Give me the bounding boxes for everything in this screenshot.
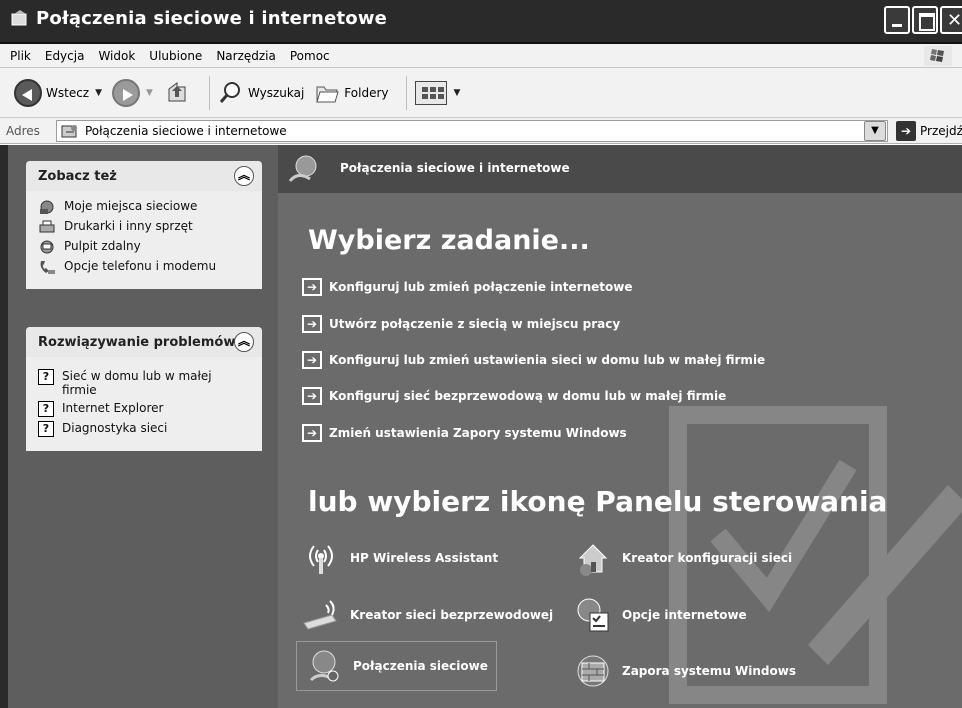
category-view: Połączenia sieciowe i internetowe Wybier…: [278, 145, 962, 708]
network-folder-icon: [11, 10, 27, 26]
cp-network-connections[interactable]: Połączenia sieciowe: [296, 641, 497, 691]
menu-help[interactable]: Pomoc: [290, 49, 330, 63]
arrow-right-icon: ➔: [302, 387, 322, 405]
task-wireless-network[interactable]: ➔ Konfiguruj sieć bezprzewodową w domu l…: [302, 387, 726, 405]
remote-desktop-icon: [40, 240, 54, 254]
troubleshoot-panel: Rozwiązywanie problemów ︽ ? Sieć w domu …: [26, 327, 262, 451]
help-icon: ?: [38, 421, 54, 437]
troubleshoot-header[interactable]: Rozwiązywanie problemów ︽: [26, 327, 262, 357]
link-remote-desktop[interactable]: Pulpit zdalny: [38, 239, 254, 255]
network-places-icon: [40, 200, 54, 214]
link-network-diagnostics[interactable]: ? Diagnostyka sieci: [38, 421, 254, 437]
link-home-network-help[interactable]: ? Sieć w domu lub w małej firmie: [38, 369, 254, 397]
cp-internet-options[interactable]: Opcje internetowe: [574, 597, 747, 633]
menu-file[interactable]: Plik: [10, 49, 31, 63]
cp-windows-firewall[interactable]: Zapora systemu Windows: [574, 653, 796, 689]
arrow-right-icon: ➔: [302, 278, 322, 296]
help-icon: ?: [38, 401, 54, 417]
link-phone-modem[interactable]: Opcje telefonu i modemu: [38, 259, 254, 275]
network-folder-icon: [61, 125, 77, 138]
address-value: Połączenia sieciowe i internetowe: [85, 124, 287, 138]
link-printers[interactable]: Drukarki i inny sprzęt: [38, 219, 254, 235]
views-button[interactable]: ▼: [415, 80, 460, 105]
address-label: Adres: [6, 123, 40, 138]
window-left-edge: [0, 145, 8, 708]
back-button[interactable]: Wstecz ▼: [14, 78, 102, 107]
category-header: Połączenia sieciowe i internetowe: [278, 145, 962, 193]
wireless-usb-icon: [303, 600, 337, 630]
task-home-network[interactable]: ➔ Konfiguruj lub zmień ustawienia sieci …: [302, 351, 765, 369]
go-arrow-icon: ➔: [896, 121, 916, 141]
wireless-antenna-icon: [309, 545, 333, 574]
home-network-icon: [578, 544, 608, 576]
forward-button[interactable]: ▼: [112, 78, 153, 107]
firewall-icon: [577, 655, 609, 687]
network-connections-icon: [309, 650, 339, 682]
see-also-header[interactable]: Zobacz też ︽: [26, 161, 262, 191]
menu-bar: Plik Edycja Widok Ulubione Narzędzia Pom…: [0, 44, 962, 68]
network-globe-icon: [288, 155, 317, 183]
up-folder-button[interactable]: [163, 79, 191, 107]
search-icon: [219, 81, 240, 103]
views-icon: [415, 80, 448, 105]
collapse-icon[interactable]: ︽: [234, 166, 254, 186]
address-input[interactable]: Połączenia sieciowe i internetowe: [56, 120, 888, 142]
close-button[interactable]: [940, 6, 962, 34]
folders-button[interactable]: Foldery: [314, 81, 388, 105]
windows-logo-icon: [924, 46, 952, 66]
maximize-button[interactable]: [912, 6, 938, 34]
see-also-title: Zobacz też: [38, 169, 117, 184]
see-also-panel: Zobacz też ︽ Moje miejsca sieciowe Druka…: [26, 161, 262, 289]
arrow-right-icon: ➔: [302, 351, 322, 369]
task-workplace-connection[interactable]: ➔ Utwórz połączenie z siecią w miejscu p…: [302, 315, 620, 333]
help-icon: ?: [38, 369, 54, 385]
menu-favorites[interactable]: Ulubione: [149, 49, 202, 63]
arrow-right-icon: ➔: [302, 424, 322, 442]
task-firewall-settings[interactable]: ➔ Zmień ustawienia Zapory systemu Window…: [302, 424, 627, 442]
category-title: Połączenia sieciowe i internetowe: [340, 161, 570, 175]
troubleshoot-title: Rozwiązywanie problemów: [38, 335, 236, 350]
task-configure-internet[interactable]: ➔ Konfiguruj lub zmień połączenie intern…: [302, 278, 632, 296]
link-network-places[interactable]: Moje miejsca sieciowe: [38, 199, 254, 215]
task-pane: Zobacz też ︽ Moje miejsca sieciowe Druka…: [0, 145, 278, 708]
go-button[interactable]: ➔ Przejdź: [896, 121, 962, 141]
chevron-down-icon[interactable]: ▼: [146, 88, 153, 98]
pick-task-heading: Wybierz zadanie...: [308, 225, 590, 256]
toolbar-separator: [208, 75, 210, 110]
cp-hp-wireless-assistant[interactable]: HP Wireless Assistant: [302, 540, 498, 576]
address-bar: Adres Połączenia sieciowe i internetowe …: [0, 118, 962, 144]
menu-tools[interactable]: Narzędzia: [216, 49, 276, 63]
toolbar-separator: [406, 75, 408, 110]
chevron-down-icon[interactable]: ▼: [453, 88, 460, 98]
collapse-icon[interactable]: ︽: [234, 332, 254, 352]
phone-modem-icon: [40, 261, 55, 274]
search-button[interactable]: Wyszukaj: [218, 80, 304, 106]
back-arrow-icon: [14, 78, 42, 107]
chevron-down-icon[interactable]: ▼: [95, 88, 102, 98]
internet-options-icon: [577, 598, 609, 632]
arrow-right-icon: ➔: [302, 315, 322, 333]
menu-edit[interactable]: Edycja: [45, 49, 85, 63]
cp-wireless-network-wizard[interactable]: Kreator sieci bezprzewodowej: [302, 597, 553, 633]
printer-icon: [39, 220, 55, 233]
toolbar: Wstecz ▼ ▼ Wyszukaj Foldery ▼: [0, 68, 962, 118]
up-folder-icon: [168, 81, 186, 101]
folders-icon: [316, 86, 339, 102]
forward-arrow-icon: [112, 78, 141, 107]
title-bar: Połączenia sieciowe i internetowe: [0, 0, 962, 44]
cp-network-setup-wizard[interactable]: Kreator konfiguracji sieci: [574, 540, 792, 576]
pick-icon-heading: lub wybierz ikonę Panelu sterowania: [308, 485, 888, 518]
address-dropdown-button[interactable]: ▼: [864, 121, 886, 141]
link-ie-help[interactable]: ? Internet Explorer: [38, 401, 254, 417]
minimize-button[interactable]: [884, 6, 910, 34]
window-title: Połączenia sieciowe i internetowe: [36, 8, 388, 29]
menu-view[interactable]: Widok: [98, 49, 135, 63]
